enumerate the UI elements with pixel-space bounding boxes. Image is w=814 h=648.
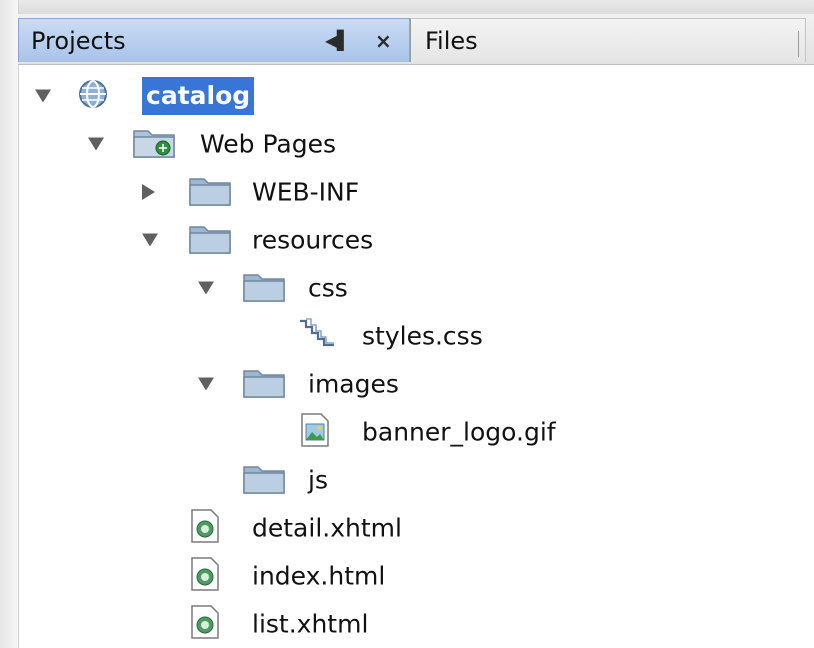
folder-icon (242, 365, 286, 403)
tab-bar: Projects ◀▌ × Files (18, 14, 814, 65)
tree-node-styles-css[interactable]: styles.css (18, 312, 808, 360)
folder-icon (188, 173, 232, 211)
tree-label: Web Pages (200, 129, 336, 159)
window-left-edge (0, 0, 19, 648)
tree-node-resources[interactable]: resources (18, 216, 808, 264)
xhtml-file-icon (190, 556, 220, 596)
tree-node-web-inf[interactable]: WEB-INF (18, 168, 808, 216)
tree-label: WEB-INF (252, 177, 360, 207)
expand-arrow-icon[interactable] (142, 233, 158, 247)
tab-projects-label: Projects (31, 26, 126, 55)
tree-label: images (308, 369, 399, 399)
project-tree: catalog Web Pages WEB-INF resources css … (18, 66, 814, 648)
minimize-icon[interactable]: ◀▌ (325, 30, 351, 51)
window-top-strip (0, 0, 814, 15)
projects-window: Projects ◀▌ × Files catalog Web Pages WE… (0, 0, 814, 648)
tree-node-js[interactable]: js (18, 456, 808, 504)
tree-label: catalog (142, 77, 255, 115)
folder-icon (242, 461, 286, 499)
tree-label: list.xhtml (252, 609, 369, 639)
expand-arrow-icon[interactable] (35, 89, 51, 103)
tab-files-label: Files (425, 26, 478, 55)
expand-arrow-icon[interactable] (88, 137, 104, 151)
folder-icon (188, 221, 232, 259)
tree-node-banner-logo[interactable]: banner_logo.gif (18, 408, 808, 456)
css-file-icon (298, 317, 338, 355)
collapse-arrow-icon[interactable] (142, 184, 155, 200)
tab-projects[interactable]: Projects ◀▌ × (18, 18, 410, 62)
tree-node-web-pages[interactable]: Web Pages (18, 120, 808, 168)
folder-icon (242, 269, 286, 307)
tab-files[interactable]: Files (410, 18, 806, 62)
web-folder-icon (132, 125, 176, 163)
tree-node-index-html[interactable]: index.html (18, 552, 808, 600)
xhtml-file-icon (190, 604, 220, 644)
close-icon[interactable]: × (375, 29, 392, 53)
tree-node-images[interactable]: images (18, 360, 808, 408)
tree-label: detail.xhtml (252, 513, 402, 543)
tree-node-detail-xhtml[interactable]: detail.xhtml (18, 504, 808, 552)
tree-node-css[interactable]: css (18, 264, 808, 312)
tree-label: styles.css (362, 321, 483, 351)
tree-node-catalog[interactable]: catalog (18, 72, 808, 120)
tab-scroll-handle[interactable] (798, 31, 805, 57)
tree-node-list-xhtml[interactable]: list.xhtml (18, 600, 808, 648)
expand-arrow-icon[interactable] (198, 377, 214, 391)
globe-icon (78, 79, 108, 113)
expand-arrow-icon[interactable] (198, 281, 214, 295)
tree-label: index.html (252, 561, 386, 591)
tree-label: js (308, 465, 328, 495)
xhtml-file-icon (190, 508, 220, 548)
image-file-icon (300, 412, 330, 452)
tree-label: css (308, 273, 348, 303)
tree-label: resources (252, 225, 374, 255)
tree-label: banner_logo.gif (362, 417, 556, 447)
